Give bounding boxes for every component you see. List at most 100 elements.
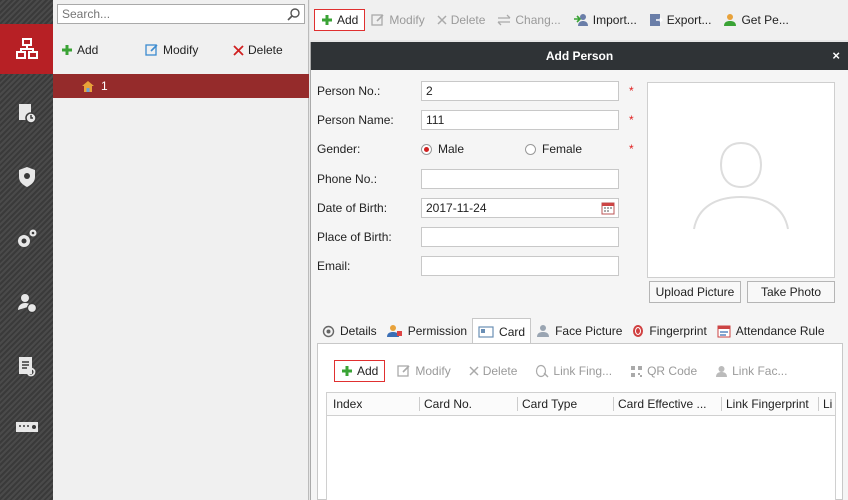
delete-x-icon — [437, 15, 447, 25]
card-modify-label: Modify — [415, 364, 451, 378]
device-icon — [15, 422, 38, 432]
tab-permission[interactable]: Permission — [382, 318, 472, 344]
pob-field[interactable] — [421, 227, 619, 247]
tab-permission-label: Permission — [407, 324, 468, 338]
tab-card-label: Card — [499, 324, 526, 339]
delete-person-button[interactable]: Delete — [431, 10, 492, 30]
org-search-box[interactable] — [57, 4, 305, 24]
calendar-icon[interactable] — [601, 201, 615, 215]
nav-device[interactable] — [0, 402, 53, 452]
upload-picture-button[interactable]: Upload Picture — [649, 281, 741, 303]
get-person-icon — [724, 14, 737, 26]
person-name-field[interactable]: 111 — [421, 110, 619, 130]
get-person-label: Get Pe... — [741, 13, 789, 27]
link-face-button[interactable]: Link Fac... — [709, 361, 793, 381]
org-add-label: Add — [77, 43, 99, 57]
required-mark: * — [629, 84, 634, 98]
nav-settings[interactable] — [0, 214, 53, 264]
qr-code-icon — [631, 365, 643, 377]
column-header[interactable]: Card Effective ... — [613, 397, 721, 411]
take-photo-button[interactable]: Take Photo — [747, 281, 835, 303]
card-table-body — [326, 416, 836, 500]
tab-face-picture-label: Face Picture — [555, 324, 623, 338]
column-header[interactable]: Index — [333, 397, 362, 411]
person-no-row: Person No.: 2 * — [317, 80, 634, 102]
nav-report[interactable] — [0, 342, 53, 392]
org-modify-button[interactable]: Modify — [145, 43, 198, 57]
phone-label: Phone No.: — [317, 172, 378, 186]
pob-label: Place of Birth: — [317, 230, 392, 244]
person-no-field[interactable]: 2 — [421, 81, 619, 101]
tab-fingerprint[interactable]: Fingerprint — [627, 318, 711, 344]
delete-x-icon — [469, 366, 479, 376]
get-person-button[interactable]: Get Pe... — [717, 10, 794, 30]
person-toolbar: Add Modify Delete Chang... Import... Exp… — [310, 0, 848, 40]
email-field[interactable] — [421, 256, 619, 276]
shield-icon — [18, 167, 35, 187]
column-header[interactable]: Link Fingerprint — [721, 397, 809, 411]
export-button[interactable]: Export... — [643, 10, 718, 30]
nav-organization[interactable] — [0, 24, 53, 74]
add-label: Add — [337, 13, 359, 27]
import-button[interactable]: Import... — [567, 10, 643, 30]
nav-security[interactable] — [0, 152, 53, 202]
import-icon — [573, 14, 588, 26]
gear-icon — [17, 229, 36, 247]
gender-female-radio[interactable]: Female — [525, 142, 619, 156]
column-header[interactable]: Li — [818, 397, 832, 411]
org-add-button[interactable]: Add — [61, 43, 98, 57]
card-add-button[interactable]: Add — [334, 360, 386, 382]
phone-row: Phone No.: — [317, 168, 619, 190]
permission-icon — [386, 325, 402, 337]
modify-person-button[interactable]: Modify — [365, 10, 430, 30]
dob-field[interactable]: 2017-11-24 — [421, 198, 619, 218]
org-toolbar: Add Modify Delete — [53, 40, 309, 60]
link-fingerprint-button[interactable]: Link Fing... — [529, 361, 618, 381]
link-fingerprint-icon — [536, 364, 549, 378]
card-delete-label: Delete — [482, 364, 518, 378]
card-table-header: Index Card No. Card Type Card Effective … — [326, 392, 836, 416]
search-icon[interactable] — [287, 7, 301, 21]
link-face-label: Link Fac... — [732, 364, 788, 378]
search-input[interactable] — [58, 5, 278, 23]
person-name-row: Person Name: 111 * — [317, 109, 634, 131]
import-label: Import... — [592, 13, 637, 27]
nav-schedule[interactable] — [0, 88, 53, 138]
tab-details[interactable]: Details — [317, 318, 382, 344]
radio-selected-icon — [421, 143, 432, 155]
qr-code-button[interactable]: QR Code — [624, 361, 703, 381]
card-modify-button[interactable]: Modify — [391, 361, 456, 381]
female-label: Female — [542, 142, 583, 156]
phone-field[interactable] — [421, 169, 619, 189]
change-button[interactable]: Chang... — [491, 10, 566, 30]
required-mark: * — [629, 113, 634, 127]
add-person-button[interactable]: Add — [314, 9, 366, 31]
nav-attendance[interactable] — [0, 278, 53, 328]
column-header[interactable]: Card No. — [419, 397, 472, 411]
tab-face-picture[interactable]: Face Picture — [531, 318, 627, 344]
tab-card[interactable]: Card — [472, 318, 532, 344]
org-delete-button[interactable]: Delete — [233, 43, 283, 57]
export-icon — [649, 14, 663, 26]
card-delete-button[interactable]: Delete — [463, 361, 524, 381]
tree-item-label: 1 — [101, 79, 108, 93]
dob-value: 2017-11-24 — [426, 201, 487, 215]
tree-item-root[interactable]: 1 — [53, 74, 309, 98]
tab-fingerprint-label: Fingerprint — [649, 324, 707, 338]
organization-panel: Add Modify Delete 1 — [53, 0, 309, 500]
schedule-icon — [18, 104, 37, 124]
qr-code-label: QR Code — [647, 364, 698, 378]
close-icon[interactable]: × — [832, 48, 840, 63]
report-icon — [18, 357, 35, 377]
person-no-label: Person No.: — [317, 84, 381, 98]
tab-details-label: Details — [340, 324, 377, 338]
edit-icon — [371, 14, 384, 26]
tab-attendance-rule[interactable]: Attendance Rule — [712, 318, 830, 344]
export-label: Export... — [666, 13, 712, 27]
column-header[interactable]: Card Type — [517, 397, 577, 411]
person-photo — [647, 82, 835, 278]
home-icon — [82, 80, 94, 92]
gender-male-radio[interactable]: Male — [421, 142, 525, 156]
link-fingerprint-label: Link Fing... — [553, 364, 613, 378]
person-name-label: Person Name: — [317, 113, 394, 127]
